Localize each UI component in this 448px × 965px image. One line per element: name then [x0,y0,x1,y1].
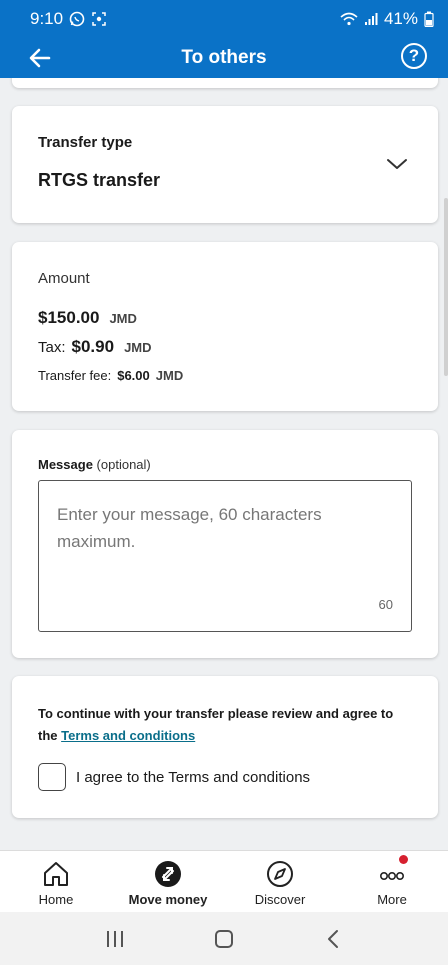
question-mark-icon: ? [408,46,420,65]
nav-move-money-label: Move money [128,892,208,907]
nav-more[interactable]: More [336,851,448,912]
terms-card: To continue with your transfer please re… [12,676,438,818]
nav-home-label: Home [38,892,74,907]
system-navigation [0,912,448,965]
home-icon [42,860,70,888]
compass-icon [266,860,294,888]
tax-value: $0.90 [71,337,115,356]
fee-row: Transfer fee: $6.00 JMD [38,368,183,383]
amount-currency: JMD [109,311,137,326]
transfer-form: Transfer type RTGS transfer Amount $150.… [0,78,448,850]
previous-card [12,78,438,88]
nav-home[interactable]: Home [0,851,112,912]
arrow-left-icon [29,48,51,68]
tax-label: Tax: [38,339,66,356]
message-label: Message (optional) [38,457,151,472]
transfer-type-label: Transfer type [38,134,133,151]
battery-percentage: 41% [383,9,418,28]
battery-icon [424,11,434,27]
nav-discover-label: Discover [254,892,306,907]
status-bar: 9:10 41% [0,0,448,38]
recent-apps-icon [106,930,123,947]
fee-label: Transfer fee: [38,368,112,383]
transfer-type-dropdown[interactable]: Transfer type RTGS transfer [12,106,438,223]
character-counter: 60 [378,597,393,612]
more-icon [378,860,406,888]
scrollbar[interactable] [444,198,448,376]
back-system-button[interactable] [313,924,353,954]
whatsapp-icon [69,11,85,27]
recent-apps-button[interactable] [95,924,135,954]
amount-value: $150.00 [38,308,100,327]
amount-row: $150.00 JMD [38,308,137,328]
nav-discover[interactable]: Discover [224,851,336,912]
notification-badge [399,855,408,864]
home-square-icon [214,929,233,948]
nav-move-money[interactable]: Move money [112,851,224,912]
message-placeholder: Enter your message, 60 characters maximu… [57,505,322,551]
amount-card: Amount $150.00 JMD Tax: $0.90 JMD Transf… [12,242,438,411]
terms-text: To continue with your transfer please re… [38,703,408,747]
terms-checkbox[interactable] [38,763,66,791]
help-button[interactable]: ? [401,43,427,69]
back-chevron-icon [328,929,339,948]
message-input[interactable]: Enter your message, 60 characters maximu… [38,480,412,632]
app-header: To others ? [0,38,448,78]
fee-value: $6.00 [117,368,150,383]
terms-agree-row[interactable]: I agree to the Terms and conditions [38,763,310,791]
chevron-down-icon[interactable] [386,156,408,172]
terms-link[interactable]: Terms and conditions [61,728,195,743]
amount-label: Amount [38,270,90,287]
signal-icon [364,12,378,26]
message-card: Message (optional) Enter your message, 6… [12,430,438,658]
screen-record-icon [91,11,107,27]
page-title: To others [181,47,267,68]
back-button[interactable] [26,44,54,72]
nav-more-label: More [377,892,407,907]
bottom-navigation: Home Move money Discover More [0,850,448,912]
wifi-icon [340,12,358,26]
fee-currency: JMD [155,368,184,383]
message-optional: (optional) [96,457,151,472]
transfer-icon [154,860,182,888]
transfer-type-value: RTGS transfer [38,170,161,190]
tax-row: Tax: $0.90 JMD [38,337,152,357]
status-time: 9:10 [30,9,64,28]
message-label-text: Message [38,457,93,472]
tax-currency: JMD [124,340,152,355]
home-system-button[interactable] [204,924,244,954]
terms-checkbox-label: I agree to the Terms and conditions [76,768,311,786]
